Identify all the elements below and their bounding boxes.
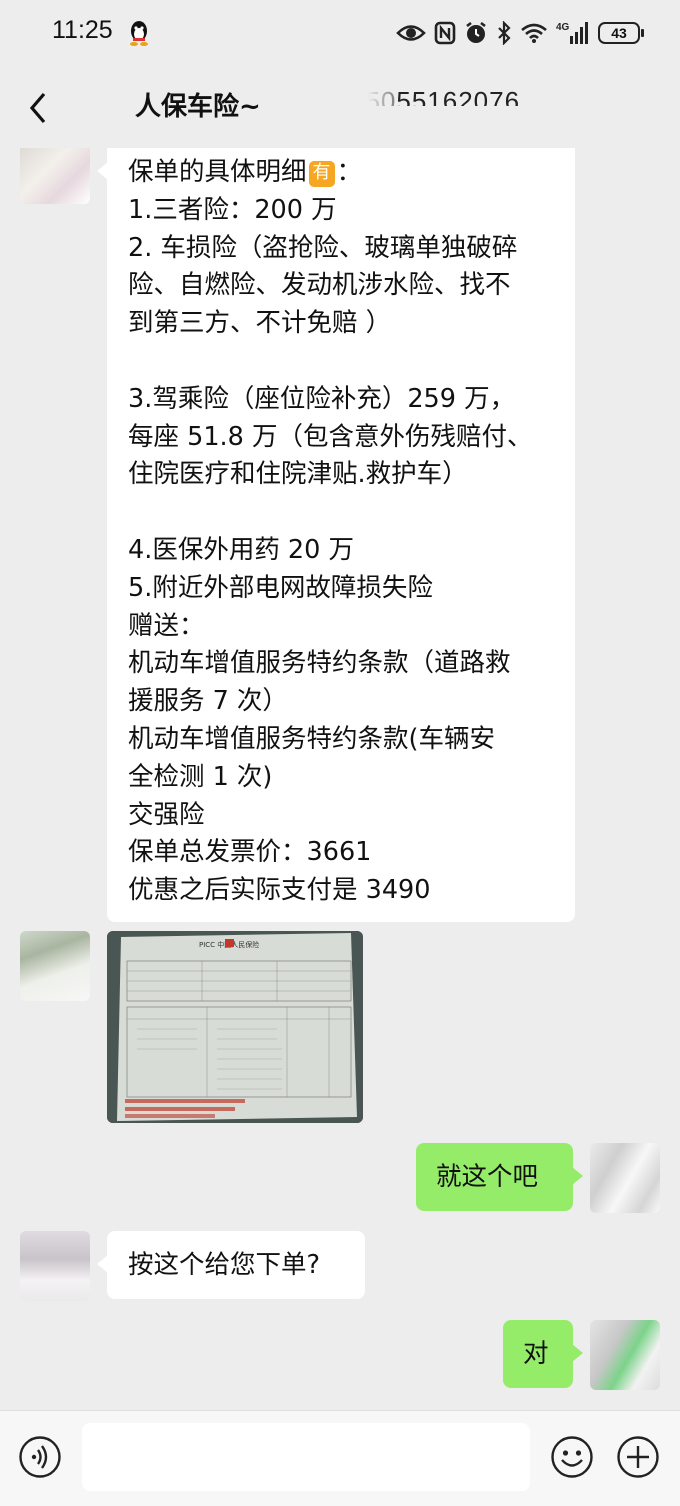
message-line: 援服务 7 次） [128, 686, 288, 717]
contact-avatar[interactable] [20, 1231, 90, 1301]
alarm-icon [466, 21, 486, 43]
blurred-name-mask [278, 86, 398, 126]
message-line: 4.医保外用药 20 万 [128, 534, 354, 565]
my-message-bubble[interactable]: 就这个吧 [416, 1143, 583, 1211]
message-line: 5.附近外部电网故障损失险 [128, 572, 433, 603]
message-line: 机动车增值服务特约条款(车辆安 [128, 723, 495, 754]
voice-icon[interactable] [18, 1435, 62, 1479]
message-line: 2. 车损险（盗抢险、玻璃单独破碎 [128, 232, 518, 263]
plus-icon[interactable] [616, 1435, 660, 1479]
message-text: 按这个给您下单? [128, 1250, 321, 1280]
you-emoji-icon: 有 [308, 161, 335, 187]
message-text: 对 [523, 1339, 549, 1369]
message-line: ： [336, 157, 363, 187]
message-line [128, 494, 554, 532]
message-line: 住院医疗和住院津贴.救护车） [128, 459, 468, 490]
wifi-icon [521, 23, 547, 43]
svg-text:4G: 4G [556, 22, 570, 33]
message-line: 赠送： [128, 610, 205, 641]
contact-avatar[interactable] [20, 148, 90, 204]
message-line: 保单的具体明细 [128, 157, 307, 187]
question-message[interactable]: 按这个给您下单? [97, 1231, 365, 1299]
status-time: 11:25 [52, 16, 113, 44]
message-line: 1.三者险：200 万 [128, 194, 337, 225]
chat-title[interactable]: 人保车险~ [135, 86, 261, 123]
eye-icon [396, 25, 426, 41]
contact-avatar[interactable] [20, 931, 90, 1001]
message-input[interactable] [82, 1423, 530, 1491]
message-line: 保单总发票价：3661 [128, 837, 372, 868]
policy-photo-message[interactable]: PICC 中国人民保险 [107, 931, 363, 1123]
message-text: 就这个吧 [436, 1162, 539, 1192]
status-icons: 4G 43 [396, 18, 644, 48]
message-line: 交强险 [128, 799, 205, 830]
message-line [128, 343, 554, 381]
status-bar: 11:25 4G 43 [0, 0, 680, 68]
message-line: 每座 51.8 万（包含意外伤残赔付、 [128, 421, 533, 452]
signal-icon: 4G [556, 22, 588, 44]
chat-history[interactable]: 保单的具体明细有： 1.三者险：200 万 2. 车损险（盗抢险、玻璃单独破碎 … [0, 148, 680, 1410]
battery-level: 43 [611, 25, 627, 41]
policy-details-message[interactable]: 保单的具体明细有： 1.三者险：200 万 2. 车损险（盗抢险、玻璃单独破碎 … [97, 148, 575, 922]
message-line: 3.驾乘险（座位险补充）259 万， [128, 383, 516, 414]
message-line: 机动车增值服务特约条款（道路救 [128, 648, 511, 679]
qq-penguin-icon [130, 21, 148, 46]
nfc-icon [434, 21, 456, 45]
back-arrow-icon[interactable] [22, 88, 58, 128]
message-line: 优惠之后实际支付是 3490 [128, 875, 431, 906]
my-avatar[interactable] [590, 1320, 660, 1390]
policy-document-image: PICC 中国人民保险 [107, 931, 363, 1123]
input-bar [0, 1410, 680, 1506]
my-avatar[interactable] [590, 1143, 660, 1213]
bluetooth-icon [498, 21, 511, 45]
my-message-bubble[interactable]: 对 [503, 1320, 583, 1388]
message-line: 全检测 1 次) [128, 761, 273, 792]
chat-header: 55055162076 人保车险~ [0, 68, 680, 148]
battery-icon: 43 [598, 22, 644, 44]
emoji-icon[interactable] [550, 1435, 594, 1479]
message-line: 到第三方、不计免赔 ） [128, 308, 392, 339]
message-line: 险、自燃险、发动机涉水险、找不 [128, 270, 511, 301]
